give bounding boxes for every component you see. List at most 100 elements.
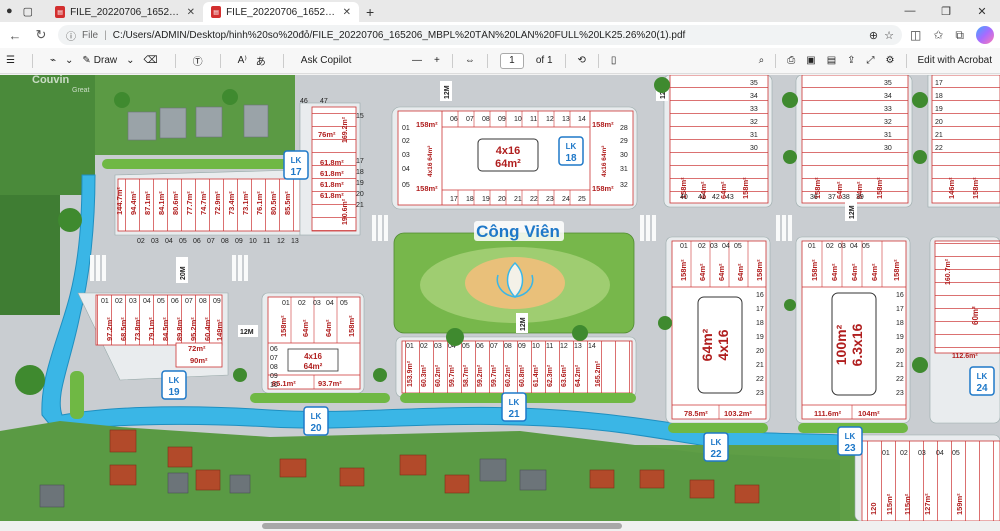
svg-text:21: 21	[756, 362, 764, 369]
svg-text:60.4m²: 60.4m²	[203, 317, 212, 341]
lk22-bottom-area: 78.5m²	[684, 409, 708, 418]
svg-text:23: 23	[756, 390, 764, 397]
svg-text:03: 03	[151, 238, 159, 245]
svg-text:02: 02	[420, 343, 428, 350]
draw-dropdown-icon[interactable]: ⌄	[126, 55, 134, 66]
svg-text:46: 46	[300, 98, 308, 105]
svg-text:01: 01	[101, 298, 109, 305]
edit-with-acrobat-button[interactable]: Edit with Acrobat	[918, 55, 992, 66]
workspaces-icon[interactable]: ▢	[23, 5, 33, 18]
svg-text:23: 23	[546, 196, 554, 203]
minimize-icon[interactable]: —	[892, 0, 928, 22]
svg-text:10: 10	[249, 238, 257, 245]
lk17-area: 61.8m²	[320, 191, 344, 200]
svg-text:09: 09	[235, 238, 243, 245]
badge-lk22: LK 22	[703, 432, 729, 462]
back-icon[interactable]: ←	[6, 28, 24, 43]
zoom-in-icon[interactable]: +	[434, 55, 440, 66]
text-icon[interactable]: Ⓣ	[193, 53, 203, 68]
svg-text:13: 13	[574, 343, 582, 350]
zoom-out-icon[interactable]: —	[412, 55, 422, 66]
close-tab-icon[interactable]: ✕	[343, 7, 351, 18]
close-tab-icon[interactable]: ✕	[187, 7, 195, 18]
svg-text:02: 02	[698, 243, 706, 250]
badge-lk19: LK 19	[161, 370, 187, 400]
search-icon[interactable]: ⌕	[759, 55, 765, 66]
save-as-icon[interactable]: ▤	[827, 55, 836, 66]
svg-text:31: 31	[884, 132, 892, 139]
svg-text:94.4m²: 94.4m²	[129, 191, 138, 215]
close-window-icon[interactable]: ✕	[964, 0, 1000, 22]
svg-text:80.6m²: 80.6m²	[171, 191, 180, 215]
svg-text:17: 17	[356, 158, 364, 165]
svg-text:19: 19	[356, 180, 364, 187]
read-aloud-icon[interactable]: A⁾	[238, 55, 247, 66]
highlight-icon[interactable]: ⌁	[50, 55, 56, 66]
rotate-icon[interactable]: ⟲	[578, 55, 586, 66]
svg-text:11: 11	[263, 238, 270, 245]
svg-text:03: 03	[710, 243, 718, 250]
page-view-icon[interactable]: ▯	[611, 55, 617, 66]
page-number-input[interactable]: 1	[499, 52, 524, 69]
new-tab-button[interactable]: +	[359, 2, 381, 22]
svg-text:03: 03	[434, 343, 442, 350]
print-icon[interactable]: ⎙	[787, 55, 795, 66]
svg-text:59.7m²: 59.7m²	[449, 364, 456, 387]
contents-icon[interactable]: ☰	[6, 55, 15, 66]
svg-text:84.5m²: 84.5m²	[161, 317, 170, 341]
ask-copilot-button[interactable]: Ask Copilot	[301, 55, 352, 66]
svg-text:LK: LK	[291, 156, 302, 165]
svg-text:LK: LK	[311, 412, 322, 421]
fit-page-icon[interactable]: ⇔	[465, 55, 475, 66]
svg-text:11: 11	[530, 116, 537, 123]
svg-text:120: 120	[869, 502, 878, 515]
eraser-icon[interactable]: ⌫	[144, 55, 158, 66]
split-screen-icon[interactable]: ◫	[910, 28, 921, 42]
save-icon[interactable]: ▣	[806, 55, 815, 66]
svg-text:40: 40	[680, 194, 688, 201]
svg-text:13: 13	[562, 116, 570, 123]
draw-button[interactable]: ✎ Draw	[82, 55, 117, 66]
svg-text:LK: LK	[509, 398, 520, 407]
share-icon[interactable]: ⇪	[847, 55, 855, 66]
copilot-icon[interactable]	[976, 26, 994, 44]
svg-text:64.2m²: 64.2m²	[575, 364, 582, 387]
highlight-dropdown-icon[interactable]: ⌄	[65, 55, 73, 66]
refresh-icon[interactable]: ↻	[32, 27, 50, 43]
lk19-90: 90m²	[190, 356, 208, 365]
svg-text:64m²: 64m²	[870, 263, 879, 281]
svg-text:03: 03	[918, 450, 926, 457]
scrollbar-thumb[interactable]	[262, 523, 622, 529]
block-lk23: 158m² 64m² 64m² 64m² 158m² 111.6m² 104m²…	[795, 236, 911, 424]
pdf-document-view[interactable]: Couvin Great 144.7m² 94.4m² 87.1m² 84.1m…	[0, 75, 1000, 521]
svg-text:158m²: 158m²	[679, 259, 688, 281]
fullscreen-icon[interactable]: ⤢	[867, 55, 875, 66]
road-20m-label: 20M	[180, 266, 187, 280]
svg-text:09: 09	[270, 373, 278, 380]
zoom-icon[interactable]: ⊕	[869, 29, 878, 42]
lk17-190: 190.6m²	[342, 198, 349, 225]
svg-text:60.2m²: 60.2m²	[505, 364, 512, 387]
translate-icon[interactable]: あ	[256, 53, 266, 68]
restore-icon[interactable]: ❐	[928, 0, 964, 22]
svg-text:05: 05	[862, 243, 870, 250]
info-icon[interactable]: ⓘ	[66, 28, 76, 43]
svg-text:85.5m²: 85.5m²	[283, 191, 292, 215]
horizontal-scrollbar[interactable]	[0, 521, 1000, 531]
favorites-icon[interactable]: ✩	[933, 28, 943, 42]
svg-text:18: 18	[356, 169, 364, 176]
svg-text:LK: LK	[566, 142, 577, 151]
block-bottom-right: 115m² 115m² 127m² 159m² 120 01 02 03 04 05	[854, 434, 1000, 521]
svg-text:158m²: 158m²	[892, 259, 901, 281]
settings-gear-icon[interactable]: ⚙	[886, 55, 895, 66]
favorite-star-icon[interactable]: ☆	[884, 29, 894, 42]
window-controls: — ❐ ✕	[892, 0, 1000, 22]
tab-pdf-1[interactable]: ▤ FILE_20220706_165206_MBPL TẦN ✕	[47, 2, 203, 22]
tab-pdf-2[interactable]: ▤ FILE_20220706_165206_MBPL TẦN ✕	[203, 2, 360, 22]
svg-text:07: 07	[185, 298, 193, 305]
svg-text:04: 04	[722, 243, 730, 250]
address-bar[interactable]: ⓘ File | C:/Users/ADMIN/Desktop/hinh%20s…	[58, 25, 903, 45]
collections-icon[interactable]: ⧉	[955, 28, 964, 43]
road-12m-label: 12M	[520, 317, 527, 331]
profile-icon[interactable]: ●	[6, 5, 13, 17]
